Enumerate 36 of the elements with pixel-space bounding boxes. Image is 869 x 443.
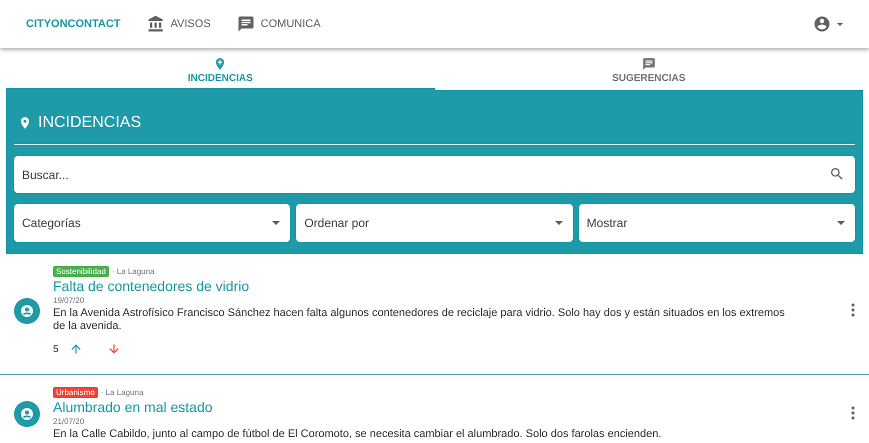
avatar-icon [14, 298, 40, 324]
pin-icon [18, 116, 32, 130]
location-text: · La Laguna [100, 388, 144, 397]
date-text: 19/07/20 [53, 296, 86, 305]
date-text: 21/07/20 [53, 417, 86, 426]
chat-icon [642, 57, 656, 71]
vote-count: 5 [53, 344, 59, 354]
caret-icon [272, 221, 280, 225]
caret-icon [554, 221, 563, 225]
caret-icon [836, 221, 845, 225]
description-text: En la Avenida Astrofísico Francisco Sánchez hacen falta algunos contenedores de reciclaje para vidrio. Solo hay dos y están situados en los extremos de la avenida. [53, 307, 786, 333]
brand-link[interactable]: CITYONCONTACT [26, 18, 121, 30]
account-menu-button[interactable] [813, 15, 843, 33]
more-vertical-icon [851, 406, 855, 420]
avatar-icon [14, 401, 40, 427]
chat-icon [236, 15, 255, 33]
category-tag: Urbanismo [53, 387, 98, 398]
description-text: En la Calle Cabildo, junto al campo de fútbol de El Coromoto, se necesita cambiar el alumbrado. Solo dos farolas encienden. [53, 428, 662, 441]
select-field[interactable]: Mostrar [578, 204, 855, 242]
bank-icon [146, 15, 165, 33]
account-icon [813, 15, 831, 33]
item-title[interactable]: Alumbrado en mal estado [53, 399, 825, 415]
select-field[interactable]: Ordenar por [296, 204, 573, 242]
downvote-button[interactable] [106, 342, 121, 356]
more-vertical-icon [851, 302, 855, 316]
upvote-button[interactable] [68, 342, 83, 356]
caret-icon [837, 22, 843, 26]
select-field[interactable]: Categorías [14, 204, 290, 242]
panel-title: INCIDENCIAS [38, 114, 142, 132]
search-icon [829, 166, 845, 182]
search-field[interactable]: Buscar... [14, 156, 855, 193]
item-title[interactable]: Falta de contenedores de vidrio [53, 278, 825, 294]
category-tag: Sostenibilidad [53, 266, 109, 277]
nav-link[interactable]: COMUNICA [236, 15, 321, 33]
location-text: · La Laguna [112, 267, 155, 276]
nav-link[interactable]: AVISOS [146, 15, 211, 33]
